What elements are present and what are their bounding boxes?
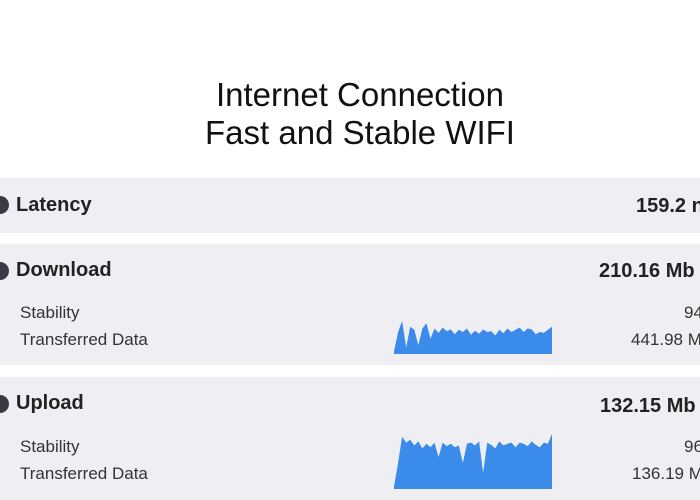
upload-status-icon [0, 395, 9, 413]
upload-sparkline [394, 431, 552, 489]
latency-label: Latency [16, 194, 92, 216]
download-transferred-label: Transferred Data [20, 330, 148, 349]
upload-label: Upload [16, 392, 84, 414]
page-title: Internet Connection Fast and Stable WIFI [0, 76, 700, 152]
download-status-icon [0, 262, 9, 280]
download-sparkline-chart [394, 321, 552, 354]
upload-transferred-value: 136.19 M [632, 464, 700, 483]
page-title-line2: Fast and Stable WIFI [205, 114, 515, 151]
upload-transferred-label: Transferred Data [20, 464, 148, 483]
upload-stability-value: 96 [684, 437, 700, 456]
upload-card: Upload 132.15 Mb Stability Transferred D… [0, 377, 700, 500]
latency-status-icon [0, 196, 9, 214]
download-transferred-value: 441.98 M [631, 330, 700, 349]
page-title-line1: Internet Connection [215, 76, 505, 113]
download-card: Download 210.16 Mb Stability Transferred… [0, 244, 700, 365]
upload-sparkline-area [394, 433, 552, 489]
download-stability-label: Stability [20, 303, 80, 322]
speed-test-page: Internet Connection Fast and Stable WIFI… [0, 0, 700, 500]
download-sparkline [394, 310, 552, 354]
upload-sparkline-chart [394, 433, 552, 489]
download-sparkline-area [394, 321, 552, 354]
latency-card: Latency 159.2 n [0, 178, 700, 233]
upload-stability-label: Stability [20, 437, 80, 456]
upload-value: 132.15 Mb [600, 395, 696, 417]
download-label: Download [16, 259, 112, 281]
download-value: 210.16 Mb [599, 260, 695, 282]
latency-value: 159.2 n [636, 195, 700, 217]
download-stability-value: 94 [684, 303, 700, 322]
